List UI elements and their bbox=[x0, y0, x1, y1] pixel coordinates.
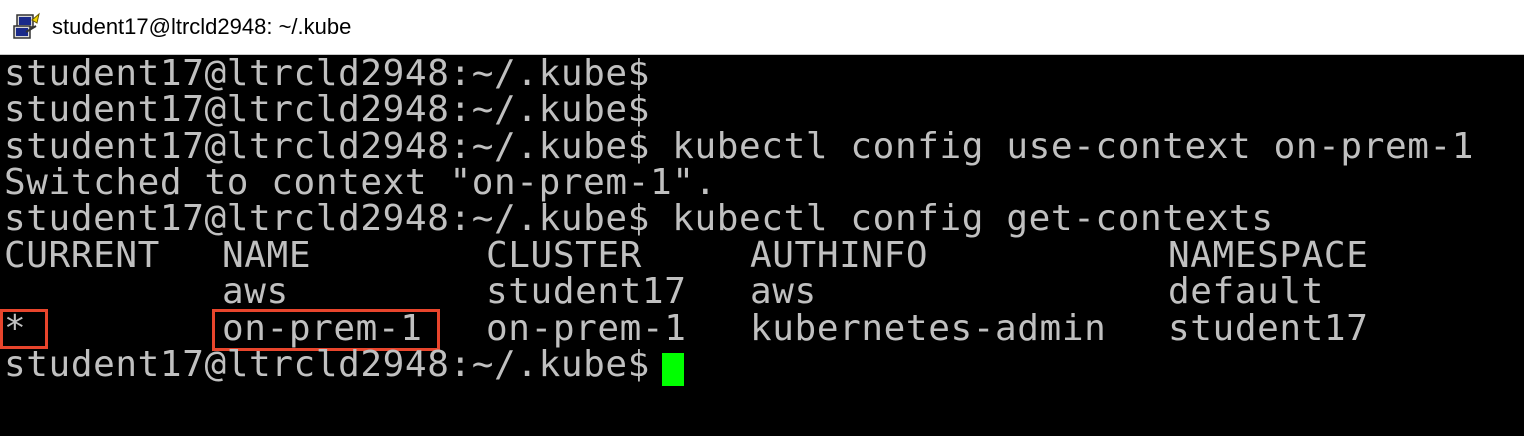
terminal-line: student17@ltrcld2948:~/.kube$ bbox=[4, 55, 650, 94]
column-header-cluster: CLUSTER bbox=[486, 235, 642, 276]
terminal-line: student17@ltrcld2948:~/.kube$ bbox=[4, 89, 650, 130]
terminal-output[interactable]: student17@ltrcld2948:~/.kube$ student17@… bbox=[0, 55, 1524, 436]
terminal-cursor[interactable] bbox=[662, 353, 684, 386]
highlight-box-current bbox=[0, 309, 48, 349]
terminal-line: student17@ltrcld2948:~/.kube$ kubectl co… bbox=[4, 198, 1274, 239]
terminal-line: Switched to context "on-prem-1". bbox=[4, 162, 717, 203]
table-cell-namespace: student17 bbox=[1168, 308, 1369, 349]
terminal-line: student17@ltrcld2948:~/.kube$ kubectl co… bbox=[4, 126, 1475, 167]
column-header-authinfo: AUTHINFO bbox=[750, 235, 929, 276]
table-cell-namespace: default bbox=[1168, 271, 1324, 312]
column-header-name: NAME bbox=[222, 235, 312, 276]
window-title: student17@ltrcld2948: ~/.kube bbox=[52, 14, 352, 39]
title-bar[interactable]: student17@ltrcld2948: ~/.kube bbox=[0, 0, 1524, 55]
table-cell-authinfo: aws bbox=[750, 271, 817, 312]
table-cell-cluster: student17 bbox=[486, 271, 687, 312]
column-header-namespace: NAMESPACE bbox=[1168, 235, 1369, 276]
column-header-current: CURRENT bbox=[4, 235, 160, 276]
table-cell-authinfo: kubernetes-admin bbox=[750, 308, 1107, 349]
table-cell-cluster: on-prem-1 bbox=[486, 308, 687, 349]
putty-icon bbox=[13, 12, 40, 39]
terminal-prompt: student17@ltrcld2948:~/.kube$ bbox=[4, 344, 650, 385]
terminal-window: student17@ltrcld2948: ~/.kube student17@… bbox=[0, 0, 1524, 436]
table-cell-name: aws bbox=[222, 271, 289, 312]
